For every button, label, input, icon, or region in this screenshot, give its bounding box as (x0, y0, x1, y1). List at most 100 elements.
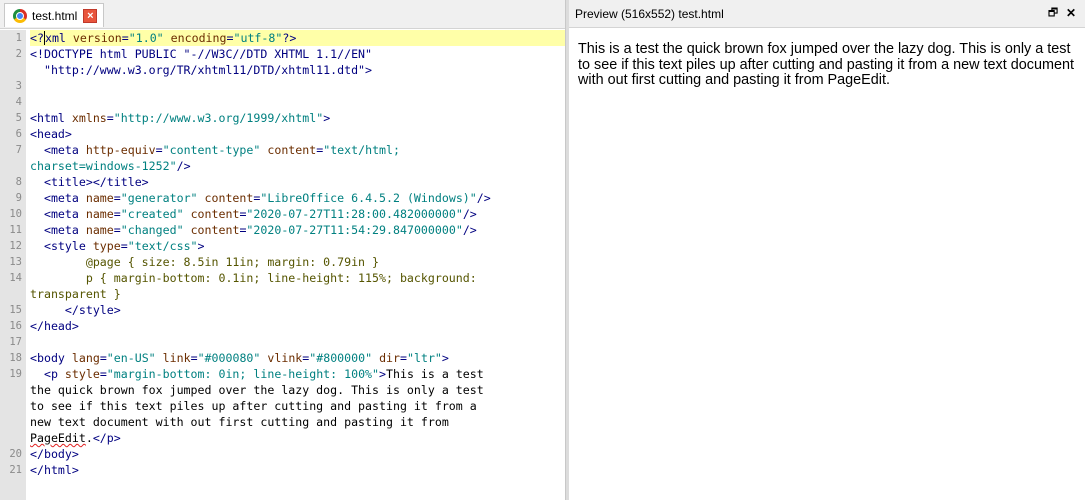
code-line[interactable]: 2 <!DOCTYPE html PUBLIC "-//W3C//DTD XHTM… (0, 46, 565, 62)
code-line[interactable]: new text document with out first cutting… (0, 414, 565, 430)
token-tag: <meta (30, 207, 86, 221)
token-tag (184, 223, 191, 237)
line-number: 21 (9, 464, 22, 476)
line-text[interactable]: the quick brown fox jumped over the lazy… (30, 382, 565, 398)
code-line[interactable]: 3 (0, 78, 565, 94)
line-text[interactable]: </html> (30, 462, 565, 478)
token-text: . (85, 431, 93, 445)
token-tag: <meta (30, 223, 86, 237)
token-val: charset=windows-1252" (30, 159, 177, 173)
code-area[interactable]: 1 <?xml version="1.0" encoding="utf-8"?> 2… (0, 30, 565, 500)
line-text[interactable]: <style type="text/css"> (30, 238, 565, 254)
token-tag: <style (30, 239, 93, 253)
token-attr: type (92, 239, 121, 253)
code-line[interactable]: charset=windows-1252"/> (0, 158, 565, 174)
tab-test-html[interactable]: test.html × (4, 3, 105, 27)
line-text[interactable]: to see if this text piles up after cutti… (30, 398, 565, 414)
line-text[interactable]: <html xmlns="http://www.w3.org/1999/xhtm… (30, 110, 565, 126)
code-line[interactable]: 4 (0, 94, 565, 110)
token-tag: <? (30, 31, 44, 45)
line-number: 16 (9, 320, 22, 332)
code-line[interactable]: 13 @page { size: 8.5in 11in; margin: 0.7… (0, 254, 565, 270)
line-text[interactable]: PageEdit.</p> (30, 430, 565, 446)
line-text[interactable]: </body> (30, 446, 565, 462)
token-val: "utf-8" (233, 31, 283, 45)
code-line[interactable]: 15 </style> (0, 302, 565, 318)
code-line[interactable]: 20 </body> (0, 446, 565, 462)
tab-label: test.html (32, 8, 78, 23)
line-text[interactable]: transparent } (30, 286, 565, 302)
line-text[interactable]: @page { size: 8.5in 11in; margin: 0.79in… (30, 254, 565, 270)
line-number: 5 (15, 112, 22, 124)
line-text[interactable]: "http://www.w3.org/TR/xhtml11/DTD/xhtml1… (30, 62, 565, 78)
token-cursor: x (43, 31, 52, 45)
token-val: "ltr" (407, 351, 442, 365)
line-number: 17 (9, 336, 22, 348)
token-tag: /> (176, 159, 191, 173)
line-text[interactable]: <?xml version="1.0" encoding="utf-8"?> (30, 30, 565, 46)
line-text[interactable]: charset=windows-1252"/> (30, 158, 565, 174)
code-line[interactable]: 18 <body lang="en-US" link="#000080" vlin… (0, 350, 565, 366)
line-number: 2 (15, 48, 22, 60)
line-text[interactable]: </style> (30, 302, 565, 318)
token-tag: ml (51, 31, 73, 45)
code-line[interactable]: 10 <meta name="created" content="2020-07… (0, 206, 565, 222)
close-icon[interactable]: ✕ (1064, 7, 1078, 20)
token-tag: </html> (30, 463, 79, 477)
code-text[interactable]: 1 <?xml version="1.0" encoding="utf-8"?> 2… (0, 30, 565, 478)
line-text[interactable]: <head> (30, 126, 565, 142)
close-icon[interactable]: × (83, 8, 98, 23)
code-line[interactable]: 9 <meta name="generator" content="LibreO… (0, 190, 565, 206)
code-line[interactable]: 7 <meta http-equiv="content-type" conten… (0, 142, 565, 158)
code-line[interactable]: PageEdit.</p> (0, 430, 565, 446)
code-line[interactable]: 17 (0, 334, 565, 350)
code-line[interactable]: 5 <html xmlns="http://www.w3.org/1999/xht… (0, 110, 565, 126)
line-number: 10 (9, 208, 22, 220)
code-line[interactable]: 11 <meta name="changed" content="2020-07… (0, 222, 565, 238)
browser-icon (13, 8, 27, 23)
token-tag (198, 191, 205, 205)
code-line[interactable]: transparent } (0, 286, 565, 302)
line-text[interactable]: <meta name="changed" content="2020-07-27… (30, 222, 565, 238)
token-val: "margin-bottom: 0in; line-height: 100%" (106, 367, 380, 381)
token-tag: = (113, 223, 121, 237)
line-text[interactable]: <meta name="generator" content="LibreOff… (30, 190, 565, 206)
code-line[interactable]: 6 <head> (0, 126, 565, 142)
line-number: 6 (15, 128, 22, 140)
code-line[interactable]: the quick brown fox jumped over the lazy… (0, 382, 565, 398)
line-text[interactable]: new text document with out first cutting… (30, 414, 565, 430)
line-text[interactable]: <body lang="en-US" link="#000080" vlink=… (30, 350, 565, 366)
token-attr: style (64, 367, 100, 381)
line-text[interactable]: <meta http-equiv="content-type" content=… (30, 142, 565, 158)
code-line[interactable]: 21 </html> (0, 462, 565, 478)
token-val: "en-US" (106, 351, 156, 365)
token-css: p { margin-bottom: 0.1in; line-height: 1… (30, 271, 477, 285)
token-val: "generator" (120, 191, 198, 205)
code-line[interactable]: 8 <title></title> (0, 174, 565, 190)
line-text[interactable]: </head> (30, 318, 565, 334)
line-text[interactable]: <p style="margin-bottom: 0in; line-heigh… (30, 366, 565, 382)
line-text[interactable]: <!DOCTYPE html PUBLIC "-//W3C//DTD XHTML… (30, 46, 565, 62)
token-css: transparent } (30, 287, 121, 301)
code-line[interactable]: 14 p { margin-bottom: 0.1in; line-height… (0, 270, 565, 286)
code-line[interactable]: 16 </head> (0, 318, 565, 334)
token-attr: content (267, 143, 317, 157)
line-text[interactable]: p { margin-bottom: 0.1in; line-height: 1… (30, 270, 565, 286)
token-val: "2020-07-27T11:28:00.482000000" (246, 207, 463, 221)
preview-title-bar: Preview (516x552) test.html 🗗 ✕ (569, 0, 1085, 28)
float-window-icon[interactable]: 🗗 (1046, 7, 1060, 20)
token-val: "2020-07-27T11:54:29.847000000" (246, 223, 463, 237)
code-line[interactable]: 19 <p style="margin-bottom: 0in; line-he… (0, 366, 565, 382)
token-attr: name (85, 207, 114, 221)
token-val: "content-type" (162, 143, 261, 157)
token-tag (184, 207, 191, 221)
code-line[interactable]: 1 <?xml version="1.0" encoding="utf-8"?> (0, 30, 565, 46)
code-line[interactable]: "http://www.w3.org/TR/xhtml11/DTD/xhtml1… (0, 62, 565, 78)
token-tag: <!DOCTYPE html PUBLIC "-//W3C//DTD XHTML… (30, 47, 373, 61)
code-line[interactable]: to see if this text piles up after cutti… (0, 398, 565, 414)
line-text[interactable]: <title></title> (30, 174, 565, 190)
token-attr: content (204, 191, 254, 205)
line-text[interactable]: <meta name="created" content="2020-07-27… (30, 206, 565, 222)
code-line[interactable]: 12 <style type="text/css"> (0, 238, 565, 254)
line-number: 12 (9, 240, 22, 252)
